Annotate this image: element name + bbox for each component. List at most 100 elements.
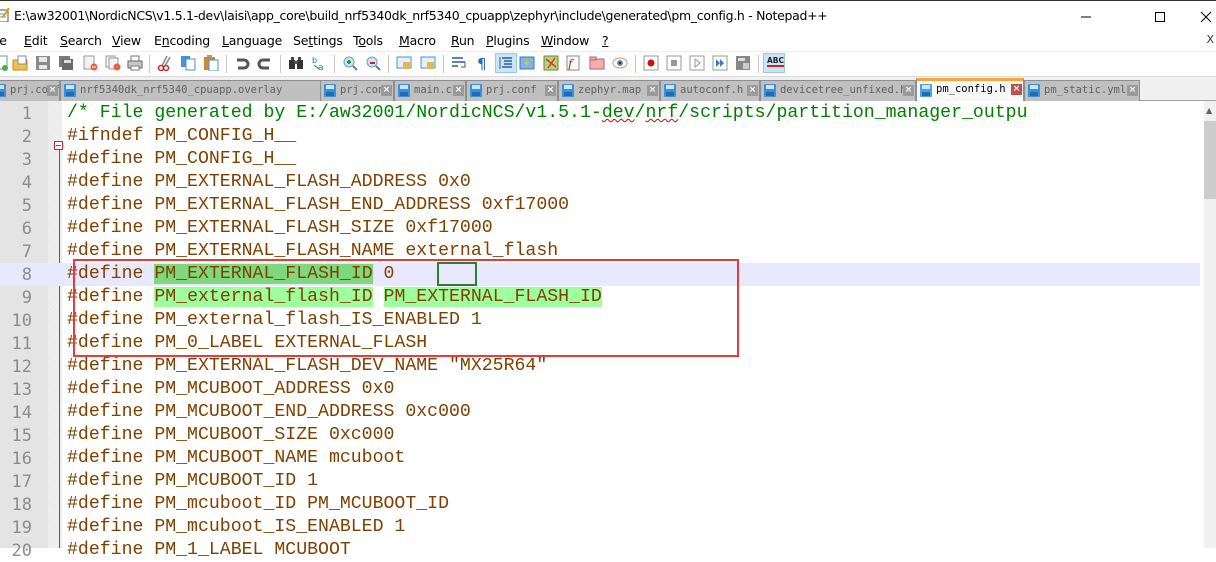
maximize-button[interactable] <box>1137 1 1183 32</box>
tab-devicetree-unfixed-h[interactable]: devicetree_unfixed.h × <box>760 80 916 101</box>
code-text: #define PM_MCUBOOT_NAME mcuboot <box>67 448 406 468</box>
code-line[interactable]: 5 #define PM_EXTERNAL_FLASH_END_ADDRESS 0… <box>0 194 1200 217</box>
redo-icon[interactable] <box>257 55 273 71</box>
menu-language[interactable]: Language <box>222 33 282 48</box>
menu-run[interactable]: Run <box>451 33 475 48</box>
user-defined-language-icon[interactable] <box>519 55 535 71</box>
line-number: 4 <box>21 173 32 193</box>
menu-encoding[interactable]: Encoding <box>154 33 210 48</box>
tab-close-icon[interactable]: × <box>903 85 914 96</box>
code-line[interactable]: 13 #define PM_MCUBOOT_ADDRESS 0x0 <box>0 378 1200 401</box>
tab-zephyr-map[interactable]: zephyr.map × <box>558 80 660 101</box>
code-line[interactable]: 15 #define PM_MCUBOOT_SIZE 0xc000 <box>0 424 1200 447</box>
document-map-icon[interactable] <box>543 55 559 71</box>
misspelled-word: nrf <box>645 103 679 123</box>
menu-macro[interactable]: Macro <box>399 33 436 48</box>
undo-icon[interactable] <box>234 55 250 71</box>
word-wrap-icon[interactable] <box>451 55 467 71</box>
line-number: 14 <box>11 403 32 423</box>
vertical-scrollbar[interactable]: ▲ <box>1204 101 1216 548</box>
scrollbar-thumb[interactable] <box>1204 121 1216 199</box>
menu-plugins[interactable]: Plugins <box>486 33 530 48</box>
menu-window[interactable]: Window <box>541 33 589 48</box>
code-text: #define PM_MCUBOOT_SIZE 0xc000 <box>67 425 395 445</box>
line-number: 16 <box>11 449 32 469</box>
code-line[interactable]: 17 #define PM_MCUBOOT_ID 1 <box>0 470 1200 493</box>
code-line[interactable]: 3 #define PM_CONFIG_H__ <box>0 148 1200 171</box>
code-line[interactable]: 4 #define PM_EXTERNAL_FLASH_ADDRESS 0x0 <box>0 171 1200 194</box>
zoom-out-icon[interactable] <box>365 55 381 71</box>
replace-icon[interactable]: ba <box>311 55 327 71</box>
folder-as-workspace-icon[interactable] <box>589 55 605 71</box>
tab-close-icon[interactable]: × <box>747 85 758 96</box>
tab-label: devicetree_unfixed.h <box>780 84 907 96</box>
sync-vertical-scroll-icon[interactable] <box>396 55 412 71</box>
tab-pm-static-yml[interactable]: pm_static.yml × <box>1024 80 1140 101</box>
cut-icon[interactable] <box>157 55 173 71</box>
menu-settings[interactable]: Settings <box>293 33 343 48</box>
tab-pm-config-h[interactable]: pm_config.h × <box>916 78 1024 101</box>
record-macro-icon[interactable] <box>643 55 659 71</box>
line-number: 15 <box>11 426 32 446</box>
save-state-icon <box>64 84 76 97</box>
close-file-icon[interactable] <box>82 55 98 71</box>
code-line[interactable]: 12 #define PM_EXTERNAL_FLASH_DEV_NAME "MX… <box>0 355 1200 378</box>
show-all-characters-icon[interactable]: ¶ <box>474 55 490 71</box>
green-annotation-box <box>437 262 477 286</box>
tab-prj-conf[interactable]: prj.conf × <box>466 80 558 101</box>
minimize-button[interactable] <box>1063 1 1109 32</box>
tab-close-icon[interactable]: × <box>647 85 658 96</box>
copy-icon[interactable] <box>180 55 196 71</box>
code-line[interactable]: 14 #define PM_MCUBOOT_END_ADDRESS 0xc000 <box>0 401 1200 424</box>
tab-autoconf-h[interactable]: autoconf.h × <box>660 80 760 101</box>
save-macro-icon[interactable] <box>735 55 751 71</box>
menu-accelerator: o <box>358 33 366 48</box>
code-line[interactable]: 1 /* File generated by E:/aw32001/NordicN… <box>0 102 1200 125</box>
close-button[interactable] <box>1183 1 1216 32</box>
code-text: #define PM_EXTERNAL_FLASH_SIZE 0xf17000 <box>67 218 493 238</box>
save-all-icon[interactable] <box>58 55 74 71</box>
scroll-up-arrow-icon[interactable]: ▲ <box>1206 106 1212 115</box>
function-list-icon[interactable]: f <box>565 55 581 71</box>
tab-close-icon[interactable]: × <box>545 85 556 96</box>
code-line[interactable]: 6 #define PM_EXTERNAL_FLASH_SIZE 0xf17000 <box>0 217 1200 240</box>
tab-close-icon[interactable]: × <box>1011 84 1022 95</box>
line-number: 9 <box>21 288 32 308</box>
play-macro-icon[interactable] <box>689 55 705 71</box>
menu-tools[interactable]: Tools <box>353 33 383 48</box>
menu-search[interactable]: Search <box>60 33 102 48</box>
menu-le[interactable]: le <box>0 33 7 48</box>
new-file-icon[interactable] <box>0 55 10 71</box>
run-macro-multiple-icon[interactable] <box>712 55 728 71</box>
tab-prj-conf[interactable]: prj.conf × <box>320 80 394 101</box>
close-all-icon[interactable] <box>105 55 121 71</box>
tab-close-icon[interactable]: × <box>47 85 58 96</box>
code-text: #define PM_EXTERNAL_FLASH_END_ADDRESS 0x… <box>67 195 570 215</box>
code-line[interactable]: 2 #ifndef PM_CONFIG_H__ <box>0 125 1200 148</box>
sync-horizontal-scroll-icon[interactable] <box>420 55 436 71</box>
menu-edit[interactable]: Edit <box>24 33 48 48</box>
save-icon[interactable] <box>35 55 51 71</box>
menu-view[interactable]: View <box>112 33 141 48</box>
close-icon <box>1200 11 1212 22</box>
menu-help[interactable]: ? <box>602 33 609 48</box>
code-line[interactable]: 18 #define PM_mcuboot_ID PM_MCUBOOT_ID <box>0 493 1200 516</box>
find-icon[interactable] <box>288 55 304 71</box>
code-line[interactable]: 19 #define PM_mcuboot_IS_ENABLED 1 <box>0 516 1200 539</box>
paste-icon[interactable] <box>203 55 219 71</box>
code-line[interactable]: 20 #define PM_1_LABEL MCUBOOT <box>0 539 1200 562</box>
tab-main-c[interactable]: main.c × <box>394 80 466 101</box>
code-line[interactable]: 16 #define PM_MCUBOOT_NAME mcuboot <box>0 447 1200 470</box>
tab-close-icon[interactable]: × <box>453 85 464 96</box>
tab-prj-conf[interactable]: prj.conf × <box>0 80 60 101</box>
monitoring-eye-icon[interactable] <box>612 55 628 71</box>
print-icon[interactable] <box>127 55 143 71</box>
tab-close-icon[interactable]: × <box>1127 85 1138 96</box>
toolbar-separator <box>635 55 636 73</box>
open-file-icon[interactable] <box>12 55 28 71</box>
zoom-in-icon[interactable] <box>342 55 358 71</box>
tab-close-icon[interactable]: × <box>381 85 392 96</box>
menu-close-doc-button[interactable]: X <box>1206 33 1214 46</box>
stop-macro-icon[interactable] <box>666 55 682 71</box>
menu-accelerator: P <box>486 33 494 48</box>
